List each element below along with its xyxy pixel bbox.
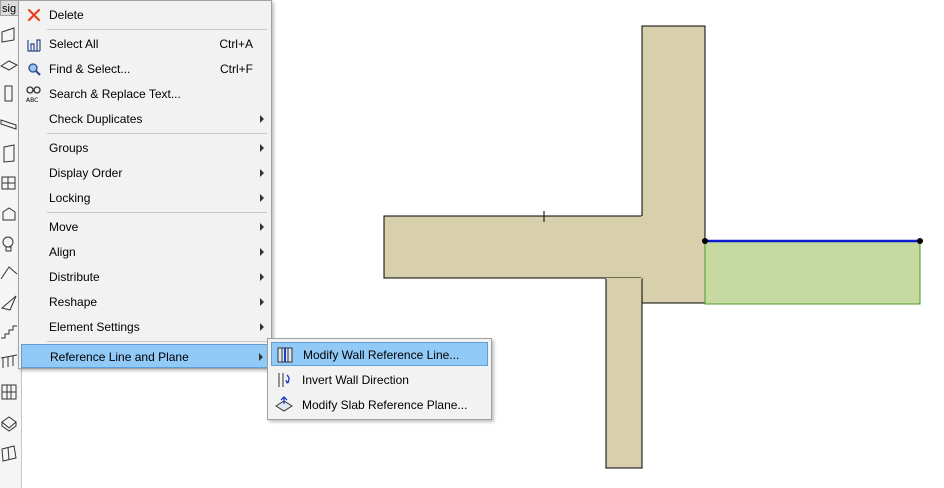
reference-line-submenu: Modify Wall Reference Line... Invert Wal… [267, 338, 492, 420]
wall-bottom-edge [606, 278, 642, 279]
menu-item-label: Display Order [49, 166, 123, 180]
roof-tool-icon[interactable] [0, 264, 18, 282]
wall-tool-icon[interactable] [0, 26, 18, 44]
submenu-arrow-icon [260, 273, 264, 281]
curtain-wall-tool-icon[interactable] [0, 382, 18, 402]
invert-wall-direction-icon [275, 371, 293, 389]
menu-item-label: Modify Wall Reference Line... [303, 348, 460, 362]
menu-item-label: Groups [49, 141, 89, 155]
submenu-item-invert-wall-direction[interactable]: Invert Wall Direction [271, 368, 488, 392]
menu-item-shortcut: Ctrl+F [220, 62, 253, 76]
menu-item-reference-line-and-plane[interactable]: Reference Line and Plane [21, 344, 269, 368]
reference-line-end-node[interactable] [917, 238, 923, 244]
context-menu: Delete Select All Ctrl+A Find & Select..… [18, 0, 272, 369]
selected-wall[interactable] [704, 240, 921, 305]
menu-item-label: Select All [49, 37, 99, 51]
toolbox-tab-label[interactable]: sig [0, 0, 19, 16]
door-tool-icon[interactable] [0, 144, 18, 164]
submenu-arrow-icon [260, 115, 264, 123]
menu-item-element-settings[interactable]: Element Settings [21, 315, 269, 339]
railing-tool-icon[interactable] [0, 352, 18, 370]
menu-item-locking[interactable]: Locking [21, 186, 269, 210]
stair-tool-icon[interactable] [0, 322, 18, 342]
beam-tool-icon[interactable] [0, 116, 18, 132]
submenu-arrow-icon [260, 169, 264, 177]
modify-wall-reference-line-icon [276, 346, 294, 364]
find-select-icon [25, 60, 43, 78]
column-tool-icon[interactable] [0, 84, 18, 104]
menu-item-select-all[interactable]: Select All Ctrl+A [21, 32, 269, 56]
menu-item-distribute[interactable]: Distribute [21, 265, 269, 289]
wall-lower-segment[interactable] [605, 277, 643, 469]
menu-item-label: Distribute [49, 270, 100, 284]
lamp-tool-icon[interactable] [0, 234, 18, 254]
reference-line-start-node[interactable] [702, 238, 708, 244]
submenu-arrow-icon [260, 298, 264, 306]
morph-tool-icon[interactable] [0, 414, 18, 432]
menu-item-label: Reshape [49, 295, 98, 309]
shell-tool-icon[interactable] [0, 294, 18, 312]
menu-item-label: Reference Line and Plane [50, 350, 189, 364]
select-all-icon [25, 35, 43, 53]
submenu-item-modify-wall-reference-line[interactable]: Modify Wall Reference Line... [271, 342, 488, 366]
menu-item-check-duplicates[interactable]: Check Duplicates [21, 107, 269, 131]
submenu-arrow-icon [260, 194, 264, 202]
slab-tool-icon[interactable] [0, 56, 18, 74]
wall-cross-shape[interactable] [383, 25, 706, 304]
menu-item-label: Modify Slab Reference Plane... [302, 398, 468, 412]
menu-item-label: Align [49, 245, 76, 259]
submenu-arrow-icon [260, 248, 264, 256]
menu-separator [47, 341, 267, 342]
mesh-tool-icon[interactable] [0, 444, 18, 464]
menu-item-align[interactable]: Align [21, 240, 269, 264]
menu-item-reshape[interactable]: Reshape [21, 290, 269, 314]
menu-item-label: Move [49, 220, 79, 234]
menu-item-label: Element Settings [49, 320, 140, 334]
menu-item-label: Find & Select... [49, 62, 131, 76]
delete-icon [25, 6, 43, 24]
menu-separator [47, 133, 267, 134]
menu-item-label: Delete [49, 8, 84, 22]
object-tool-icon[interactable] [0, 204, 18, 224]
submenu-item-modify-slab-reference-plane[interactable]: Modify Slab Reference Plane... [271, 393, 488, 417]
menu-item-groups[interactable]: Groups [21, 136, 269, 160]
menu-item-label: Invert Wall Direction [302, 373, 409, 387]
search-replace-icon: ABC [25, 85, 43, 103]
window-tool-icon[interactable] [0, 174, 18, 192]
menu-item-display-order[interactable]: Display Order [21, 161, 269, 185]
menu-item-label: Locking [49, 191, 91, 205]
menu-separator [47, 212, 267, 213]
menu-item-delete[interactable]: Delete [21, 3, 269, 27]
menu-separator [47, 29, 267, 30]
menu-item-move[interactable]: Move [21, 215, 269, 239]
svg-text:ABC: ABC [26, 97, 38, 103]
menu-item-label: Check Duplicates [49, 112, 143, 126]
menu-item-search-replace[interactable]: ABC Search & Replace Text... [21, 82, 269, 106]
submenu-arrow-icon [260, 323, 264, 331]
modify-slab-reference-plane-icon [275, 396, 293, 414]
menu-item-label: Search & Replace Text... [49, 87, 181, 101]
menu-item-find-select[interactable]: Find & Select... Ctrl+F [21, 57, 269, 81]
menu-item-shortcut: Ctrl+A [219, 37, 253, 51]
submenu-arrow-icon [259, 353, 263, 361]
submenu-arrow-icon [260, 223, 264, 231]
submenu-arrow-icon [260, 144, 264, 152]
